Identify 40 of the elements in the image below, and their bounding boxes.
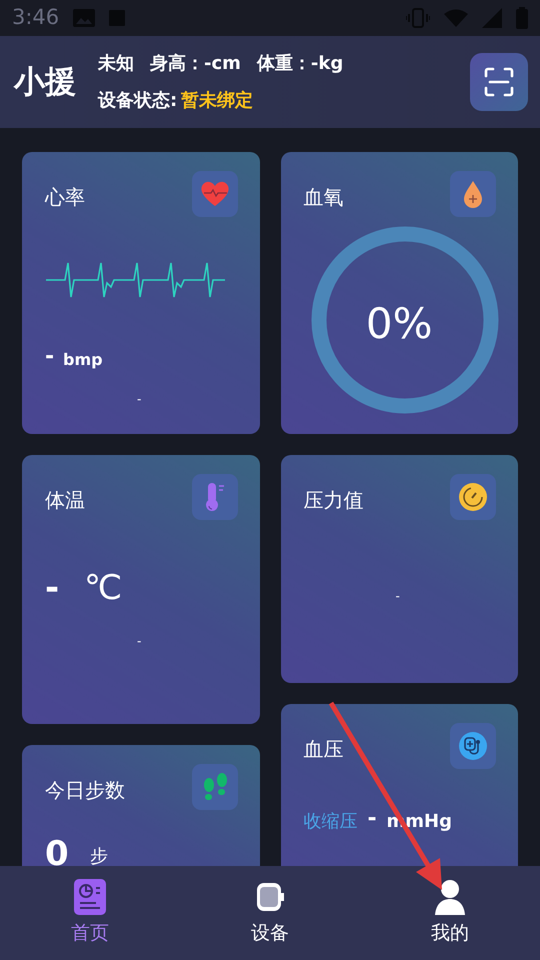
signal-icon [482, 8, 502, 28]
card-title: 体温 [45, 487, 85, 514]
report-icon [74, 878, 106, 915]
scan-button[interactable] [470, 53, 528, 111]
person-icon [435, 878, 465, 915]
footer-text: - [137, 391, 142, 408]
card-title: 压力值 [304, 487, 364, 514]
device-status-value: 暂未绑定 [181, 89, 254, 113]
nav-tab[interactable]: 首页 [65, 878, 115, 948]
nav-tab[interactable]: 我的 [425, 878, 475, 948]
device-status-label: 设备状态: [98, 89, 178, 113]
vibrate-icon [406, 8, 430, 28]
value-text: - [45, 567, 60, 610]
image-icon [73, 9, 96, 27]
value-text: 0% [364, 298, 434, 350]
value-text: - [368, 805, 377, 833]
status-time: 3:46 [12, 4, 60, 32]
height-text: 身高：-cm [150, 52, 241, 76]
footer-text: - [137, 633, 142, 650]
nav-tab[interactable]: 设备 [245, 878, 295, 948]
scan-icon [484, 67, 514, 97]
battery-icon [516, 7, 528, 29]
gauge-icon [457, 481, 489, 513]
value-text: - [45, 343, 54, 371]
card-title: 血压 [304, 736, 344, 763]
metric-label: 收缩压 [304, 810, 358, 834]
footer-text: - [396, 588, 400, 605]
wifi-icon [444, 9, 468, 27]
card-title: 血氧 [304, 184, 344, 211]
unit-text: ℃ [84, 567, 122, 610]
value-text: 0 [45, 833, 69, 866]
gender-text: 未知 [98, 52, 134, 76]
unit-text: bmp [63, 349, 103, 371]
stethoscope-icon [457, 730, 489, 762]
app-logo: 小援 [14, 62, 76, 102]
unit-text: 步 [90, 845, 108, 866]
card-title: 心率 [45, 184, 85, 211]
weight-text: 体重：-kg [256, 52, 344, 76]
app-icon [109, 10, 126, 26]
card-title: 今日步数 [45, 777, 125, 804]
